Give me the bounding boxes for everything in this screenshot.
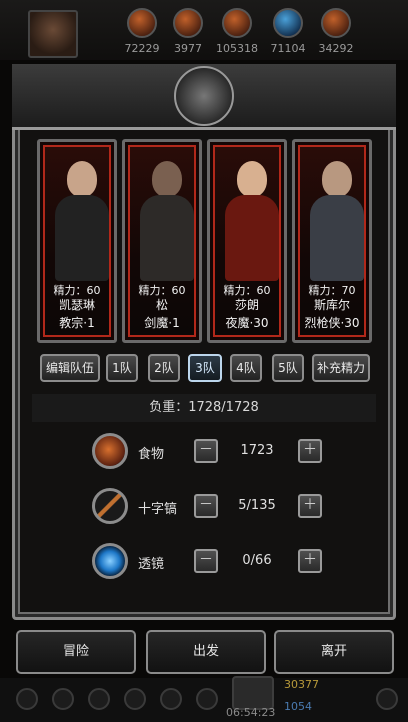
team-4-button[interactable]: 4队 xyxy=(230,354,262,382)
portrait-head xyxy=(152,161,182,197)
team-3-button[interactable]: 3队 xyxy=(188,354,222,382)
skull-emblem-icon xyxy=(174,66,234,126)
increase-lens-button[interactable]: ＋ xyxy=(298,549,322,573)
portrait-body xyxy=(55,195,109,281)
resource-value: 3977 xyxy=(174,42,202,55)
resource-value: 34292 xyxy=(318,42,354,55)
menu-icon[interactable] xyxy=(16,688,38,710)
currency-top: 30377 xyxy=(284,678,319,691)
team-2-button[interactable]: 2队 xyxy=(148,354,180,382)
decrease-pickaxe-button[interactable]: － xyxy=(194,494,218,518)
depart-button[interactable]: 出发 xyxy=(146,630,266,674)
supply-value: 5/135 xyxy=(238,498,276,513)
supply-value: 1723 xyxy=(240,443,274,458)
portrait-head xyxy=(237,161,267,197)
team-5-button[interactable]: 5队 xyxy=(272,354,304,382)
supply-label: 食物 xyxy=(138,447,165,462)
menu-icon[interactable] xyxy=(160,688,182,710)
resource-icon xyxy=(273,8,303,38)
character-card[interactable]: 精力：60 松 剑魔·1 xyxy=(122,139,202,343)
character-name: 松 xyxy=(155,298,168,312)
character-name: 斯库尔 xyxy=(313,298,350,312)
load-capacity: 负重：1728/1728 xyxy=(32,394,376,422)
menu-icon[interactable] xyxy=(88,688,110,710)
menu-icon[interactable] xyxy=(376,688,398,710)
resource-5: 34292 xyxy=(308,8,364,55)
menu-icon[interactable] xyxy=(52,688,74,710)
supply-value: 0/66 xyxy=(242,553,272,568)
leave-button[interactable]: 离开 xyxy=(274,630,394,674)
player-avatar[interactable] xyxy=(28,10,78,58)
decrease-food-button[interactable]: － xyxy=(194,439,218,463)
increase-food-button[interactable]: ＋ xyxy=(298,439,322,463)
character-name: 莎朗 xyxy=(234,298,259,312)
character-class: 夜魔·30 xyxy=(225,316,269,330)
resource-icon xyxy=(173,8,203,38)
team-1-button[interactable]: 1队 xyxy=(106,354,138,382)
pickaxe-icon xyxy=(92,488,128,524)
adventure-button[interactable]: 冒险 xyxy=(16,630,136,674)
portrait-body xyxy=(140,195,194,281)
character-card[interactable]: 精力：60 莎朗 夜魔·30 xyxy=(207,139,287,343)
currency-bottom: 1054 xyxy=(284,700,312,713)
supply-label: 十字镐 xyxy=(138,502,178,517)
chest-timer: 06:54:23 xyxy=(226,706,276,719)
character-class: 剑魔·1 xyxy=(144,316,180,330)
treasure-chest-icon[interactable] xyxy=(232,676,274,710)
refill-energy-button[interactable]: 补充精力 xyxy=(312,354,370,382)
portrait-head xyxy=(322,161,352,197)
resource-3: 105318 xyxy=(209,8,265,55)
increase-pickaxe-button[interactable]: ＋ xyxy=(298,494,322,518)
supply-label: 透镜 xyxy=(138,557,165,572)
food-icon xyxy=(92,433,128,469)
resource-icon xyxy=(321,8,351,38)
resource-icon xyxy=(127,8,157,38)
character-class: 烈枪侠·30 xyxy=(304,316,360,330)
portrait-body xyxy=(225,195,279,281)
resource-value: 105318 xyxy=(216,42,258,55)
character-card[interactable]: 精力：60 凯瑟琳 教宗·1 xyxy=(37,139,117,343)
portrait-body xyxy=(310,195,364,281)
character-name: 凯瑟琳 xyxy=(58,298,95,312)
character-card[interactable]: 精力：70 斯库尔 烈枪侠·30 xyxy=(292,139,372,343)
resource-2: 3977 xyxy=(160,8,216,55)
edit-team-button[interactable]: 编辑队伍 xyxy=(40,354,100,382)
character-class: 教宗·1 xyxy=(59,316,95,330)
menu-icon[interactable] xyxy=(124,688,146,710)
decrease-lens-button[interactable]: － xyxy=(194,549,218,573)
portrait-head xyxy=(67,161,97,197)
lens-icon xyxy=(92,543,128,579)
menu-icon[interactable] xyxy=(196,688,218,710)
resource-icon xyxy=(222,8,252,38)
